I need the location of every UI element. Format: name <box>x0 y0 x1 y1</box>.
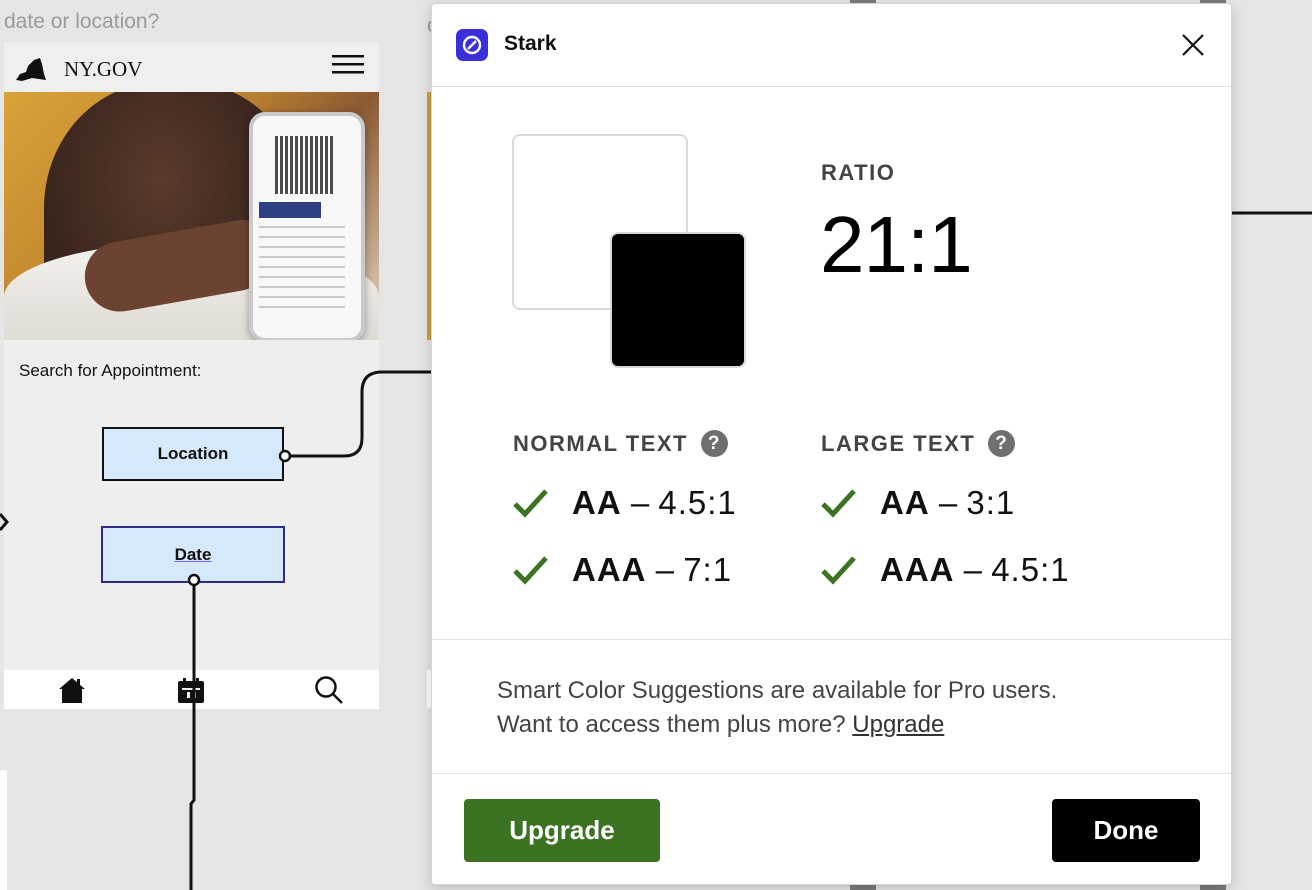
level-aa: AA <box>880 484 930 521</box>
large-text-heading-label: LARGE TEXT <box>821 430 976 456</box>
normal-text-heading: NORMAL TEXT ? <box>513 430 728 457</box>
threshold-value: 4.5:1 <box>658 484 737 521</box>
threshold-value: 4.5:1 <box>991 551 1070 588</box>
level-aaa: AAA <box>572 551 647 588</box>
upgrade-button[interactable]: Upgrade <box>464 799 660 862</box>
upgrade-link[interactable]: Upgrade <box>852 711 944 738</box>
check-icon <box>821 556 856 585</box>
dialog-title: Stark <box>504 32 557 55</box>
pro-message-line2: Want to access them plus more? <box>497 711 853 738</box>
level-separator: – <box>646 551 684 588</box>
threshold-value: 3:1 <box>966 484 1016 521</box>
stark-contrast-dialog: Stark RATIO 21:1 NORMAL TEXT ? AA – 4.5:… <box>431 3 1232 885</box>
normal-aaa-result: AAA – 7:1 <box>513 551 732 589</box>
help-icon[interactable]: ? <box>988 430 1016 457</box>
level-aaa: AAA <box>880 551 955 588</box>
check-icon <box>821 489 856 518</box>
large-text-heading: LARGE TEXT ? <box>821 430 1016 457</box>
normal-text-heading-label: NORMAL TEXT <box>513 430 688 456</box>
level-separator: – <box>929 484 967 521</box>
pro-message-line1: Smart Color Suggestions are available fo… <box>497 677 1058 704</box>
ratio-label: RATIO <box>821 160 896 185</box>
done-button[interactable]: Done <box>1052 799 1200 862</box>
foreground-color-swatch[interactable] <box>610 232 746 368</box>
check-icon <box>513 489 548 518</box>
stark-logo-icon <box>456 29 488 61</box>
check-icon <box>513 556 548 585</box>
pro-suggestions-message: Smart Color Suggestions are available fo… <box>497 674 1197 742</box>
level-aa: AA <box>572 484 622 521</box>
help-icon[interactable]: ? <box>700 430 728 457</box>
dialog-header: Stark <box>432 4 1231 87</box>
divider <box>432 639 1231 640</box>
divider <box>432 773 1231 774</box>
level-separator: – <box>621 484 659 521</box>
large-aaa-result: AAA – 4.5:1 <box>821 551 1070 589</box>
normal-aa-result: AA – 4.5:1 <box>513 484 737 522</box>
large-aa-result: AA – 3:1 <box>821 484 1015 522</box>
threshold-value: 7:1 <box>683 551 733 588</box>
close-icon[interactable] <box>1178 30 1208 60</box>
contrast-ratio-value: 21:1 <box>820 200 973 289</box>
level-separator: – <box>954 551 992 588</box>
